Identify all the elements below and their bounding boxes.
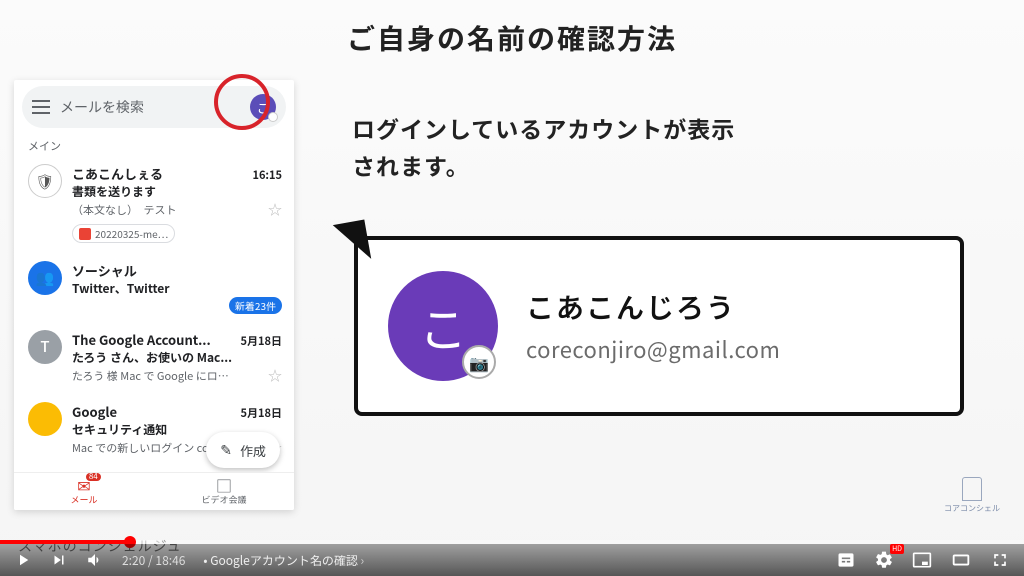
mail-sender: The Google Account... <box>72 330 211 349</box>
account-name: こあこんじろう <box>526 287 780 327</box>
mail-sender: ソーシャル <box>72 261 137 280</box>
theater-button[interactable] <box>950 549 972 571</box>
search-placeholder: メールを検索 <box>60 97 240 117</box>
mail-snippet: 新着23件 <box>72 297 282 314</box>
chevron-right-icon: › <box>361 552 365 569</box>
mail-snippet: （本文なし） テスト☆ <box>72 200 282 220</box>
pencil-icon: ✎ <box>220 440 232 460</box>
video-frame: ご自身の名前の確認方法 メールを検索 こ メイン 🛡こあこんしぇる16:15書類… <box>0 0 1024 576</box>
phone-mockup: メールを検索 こ メイン 🛡こあこんしぇる16:15書類を送ります（本文なし） … <box>14 80 294 510</box>
video-icon: □ <box>216 477 232 493</box>
mail-date: 5月18日 <box>241 333 282 349</box>
fullscreen-button[interactable] <box>990 550 1010 570</box>
sender-avatar: T <box>28 330 62 364</box>
sender-avatar <box>28 402 62 436</box>
mail-sender: こあこんしぇる <box>72 164 163 183</box>
miniplayer-button[interactable] <box>912 550 932 570</box>
mail-subject: たろう さん、お使いの Mac... <box>72 349 282 366</box>
mail-date: 5月18日 <box>241 405 282 421</box>
hd-badge: HD <box>890 544 904 554</box>
sender-avatar: 👥 <box>28 261 62 295</box>
brand-icon <box>962 477 982 501</box>
compose-button[interactable]: ✎ 作成 <box>206 432 280 468</box>
nav-mail[interactable]: ✉84 メール <box>14 473 154 510</box>
mail-date: 16:15 <box>252 167 282 183</box>
mail-item[interactable]: 👥 ソーシャルTwitter、Twitter新着23件 <box>14 253 294 322</box>
camera-icon: 📷 <box>462 345 496 379</box>
attachment-chip[interactable]: 20220325-me… <box>72 224 175 243</box>
play-button[interactable] <box>14 551 32 569</box>
nav-video[interactable]: □ ビデオ会議 <box>154 473 294 510</box>
pdf-icon <box>79 228 91 240</box>
sender-avatar: 🛡 <box>28 164 62 198</box>
brand-logo: コアコンシェル <box>944 477 1000 514</box>
mail-icon: ✉84 <box>77 477 90 493</box>
new-badge: 新着23件 <box>229 297 282 314</box>
subtitles-button[interactable] <box>836 550 856 570</box>
mail-subject: Twitter、Twitter <box>72 280 282 297</box>
bottom-nav: ✉84 メール □ ビデオ会議 <box>14 472 294 510</box>
star-icon[interactable]: ☆ <box>268 366 282 386</box>
mail-snippet: たろう 様 Mac で Google にロ…☆ <box>72 366 282 386</box>
volume-button[interactable] <box>86 551 104 569</box>
mail-item[interactable]: T The Google Account... 5月18日たろう さん、お使いの M… <box>14 322 294 394</box>
mail-sender: Google <box>72 402 117 421</box>
time-display: 2:20 / 18:46 <box>122 552 185 569</box>
camera-badge-icon <box>268 112 278 122</box>
settings-button[interactable]: HD <box>874 550 894 570</box>
mail-item[interactable]: 🛡 こあこんしぇる 16:15書類を送ります（本文なし） テスト☆ 20220325-… <box>14 156 294 253</box>
star-icon[interactable]: ☆ <box>268 200 282 220</box>
player-controls: 2:20 / 18:46 • Googleアカウント名の確認 › HD <box>0 544 1024 576</box>
callout-text: ログインしているアカウントが表示 されます。 <box>352 110 735 184</box>
account-email: coreconjiro@gmail.com <box>526 333 780 365</box>
chapter-label[interactable]: • Googleアカウント名の確認 › <box>203 552 364 569</box>
mail-subject: 書類を送ります <box>72 183 282 200</box>
slide-title: ご自身の名前の確認方法 <box>347 18 677 58</box>
highlight-circle <box>214 74 270 130</box>
hamburger-icon[interactable] <box>32 100 50 114</box>
account-avatar-large: こ 📷 <box>388 271 498 381</box>
account-callout-box: こ 📷 こあこんじろう coreconjiro@gmail.com <box>354 236 964 416</box>
next-button[interactable] <box>50 551 68 569</box>
inbox-tab-label: メイン <box>14 132 294 156</box>
